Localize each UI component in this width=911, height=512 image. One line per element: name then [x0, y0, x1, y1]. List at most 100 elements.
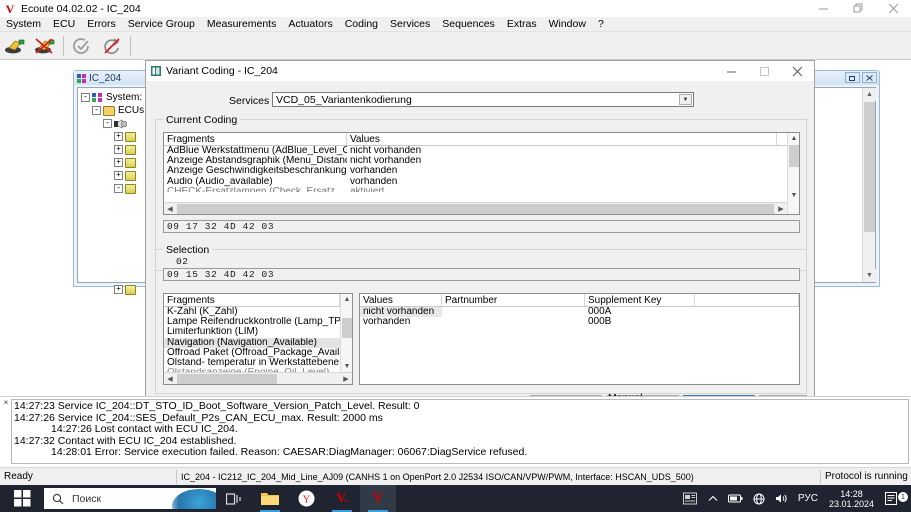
close-icon[interactable]	[862, 72, 877, 83]
tree-expander[interactable]: -	[114, 184, 123, 193]
current-coding-list[interactable]: Fragments Values AdBlue Werkstattmenu (A…	[163, 132, 800, 215]
menu-sequences[interactable]: Sequences	[436, 17, 501, 32]
table-row[interactable]: Audio (Audio_available) vorhanden	[164, 177, 799, 187]
tree-node-service-5[interactable]: -	[81, 182, 144, 195]
tree-node-service-6[interactable]: +	[81, 283, 144, 296]
current-coding-horizontal-scrollbar[interactable]: ◀ ▶	[164, 202, 787, 214]
scroll-left-icon[interactable]: ◀	[164, 373, 176, 385]
scroll-down-icon[interactable]: ▼	[341, 361, 353, 372]
news-weather-icon[interactable]	[678, 492, 703, 505]
show-hidden-icons-icon[interactable]	[703, 495, 723, 503]
chevron-down-icon[interactable]: ▼	[679, 94, 692, 105]
dialog-titlebar[interactable]: Variant Coding - IC_204	[146, 61, 814, 82]
tree-expander[interactable]: +	[114, 145, 123, 154]
tree-expander[interactable]: -	[92, 106, 101, 115]
menu-extras[interactable]: Extras	[501, 17, 543, 32]
list-item[interactable]: Lampe Reifendruckkontrolle (Lamp_TPM)	[164, 317, 352, 327]
menu-measurements[interactable]: Measurements	[201, 17, 282, 32]
log-list[interactable]: 14:27:23 Service IC_204::DT_STO_ID_Boot_…	[11, 399, 909, 464]
scroll-up-icon[interactable]: ▲	[863, 88, 876, 101]
column-header-values[interactable]: Values	[347, 133, 777, 145]
close-icon[interactable]	[781, 61, 814, 82]
tree-node-system[interactable]: - System:	[81, 91, 144, 104]
clock[interactable]: 14:28 23.01.2024	[823, 489, 880, 509]
file-explorer-icon[interactable]	[252, 485, 288, 512]
tree-node-ecus[interactable]: - ECUs	[81, 104, 144, 117]
scrollbar-thumb[interactable]	[864, 102, 875, 232]
menu-services[interactable]: Services	[384, 17, 436, 32]
menu-errors[interactable]: Errors	[81, 17, 122, 32]
scrollbar-thumb[interactable]	[789, 145, 799, 167]
table-row[interactable]: vorhanden 000B	[360, 317, 799, 327]
tree-expander[interactable]: +	[114, 171, 123, 180]
restore-icon[interactable]	[845, 72, 860, 83]
selection-hex-field[interactable]: 09 15 32 4D 42 03	[163, 268, 800, 281]
table-row[interactable]: AdBlue Werkstattmenu (AdBlue_Level_Garag…	[164, 146, 799, 156]
list-item[interactable]: K-Zahl (K_Zahl)	[164, 307, 352, 317]
list-item[interactable]: Olstand- temperatur in Werkstattebene (E…	[164, 358, 352, 368]
scrollbar-thumb[interactable]	[177, 203, 774, 214]
maximize-icon[interactable]	[748, 61, 781, 82]
check-icon[interactable]	[67, 33, 97, 59]
yandex-browser-icon[interactable]: Y	[288, 485, 324, 512]
minimize-icon[interactable]	[715, 61, 748, 82]
tree-expander[interactable]: +	[114, 285, 123, 294]
column-header-fragments[interactable]: Fragments	[164, 294, 340, 306]
selection-fragments-horizontal-scrollbar[interactable]: ◀ ▶	[164, 372, 352, 384]
menu-service-group[interactable]: Service Group	[122, 17, 201, 32]
scroll-down-icon[interactable]: ▼	[788, 190, 800, 201]
scroll-right-icon[interactable]: ▶	[340, 373, 352, 385]
disconnect-ecu-icon[interactable]	[30, 33, 60, 59]
scroll-down-icon[interactable]: ▼	[863, 269, 876, 282]
tree-node-service-2[interactable]: +	[81, 143, 144, 156]
menu-window[interactable]: Window	[543, 17, 592, 32]
tree-expander[interactable]: -	[103, 119, 112, 128]
table-row[interactable]: Anzeige Abstandsgraphik (Menu_Distance_G…	[164, 156, 799, 166]
selection-values-list[interactable]: Values Partnumber Supplement Key nicht v…	[359, 293, 800, 385]
scrollbar-thumb[interactable]	[177, 373, 277, 384]
list-item-selected[interactable]: Navigation (Navigation_Available)	[164, 337, 352, 348]
column-header-partnumber[interactable]: Partnumber	[442, 294, 585, 306]
tree-node-service-3[interactable]: +	[81, 156, 144, 169]
ecoute-icon[interactable]: V	[360, 485, 396, 512]
menu-ecu[interactable]: ECU	[47, 17, 81, 32]
table-row[interactable]: Anzeige Geschwindigkeitsbeschrankung (Me…	[164, 166, 799, 176]
current-coding-vertical-scrollbar[interactable]: ▲ ▼	[787, 133, 799, 214]
minimize-icon[interactable]	[806, 0, 841, 17]
tree-expander[interactable]: +	[114, 158, 123, 167]
selection-fragments-list[interactable]: Fragments K-Zahl (K_Zahl) Lampe Reifendr…	[163, 293, 353, 385]
selection-fragments-vertical-scrollbar[interactable]: ▲ ▼	[340, 294, 352, 372]
services-select[interactable]: VCD_05_Variantenkodierung ▼	[272, 92, 694, 107]
scroll-up-icon[interactable]: ▲	[788, 133, 800, 144]
network-icon[interactable]	[748, 493, 770, 505]
search-input[interactable]: Поиск	[44, 488, 216, 509]
scroll-left-icon[interactable]: ◀	[164, 203, 176, 215]
list-item[interactable]: Offroad Paket (Offroad_Package_Available…	[164, 348, 352, 358]
column-header-values[interactable]: Values	[360, 294, 442, 306]
tree-expander[interactable]: -	[81, 93, 90, 102]
menu-help[interactable]: ?	[592, 17, 610, 32]
scroll-right-icon[interactable]: ▶	[775, 203, 787, 215]
table-row[interactable]: nicht vorhanden 000A	[360, 307, 799, 318]
close-icon[interactable]: ×	[2, 399, 10, 407]
vediamo-icon[interactable]: V.	[324, 485, 360, 512]
notifications-icon[interactable]: 1	[880, 492, 911, 505]
table-row[interactable]: CHECK-Ersatzlampen (Check_Ersatz... akti…	[164, 187, 799, 192]
battery-icon[interactable]	[723, 494, 748, 503]
connect-ecu-icon[interactable]	[0, 33, 30, 59]
windows-logo-icon[interactable]	[0, 485, 44, 512]
menu-system[interactable]: System	[0, 17, 47, 32]
list-item[interactable]: Limiterfunktion (LIM)	[164, 327, 352, 337]
close-icon[interactable]	[876, 0, 911, 17]
current-coding-hex-field[interactable]: 09 17 32 4D 42 03	[163, 220, 800, 233]
mdi-vertical-scrollbar[interactable]: ▲ ▼	[862, 88, 876, 282]
column-header-supplement-key[interactable]: Supplement Key	[585, 294, 695, 306]
column-header-fragments[interactable]: Fragments	[164, 133, 347, 145]
scroll-up-icon[interactable]: ▲	[341, 294, 353, 305]
language-indicator[interactable]: РУС	[793, 493, 823, 504]
menu-coding[interactable]: Coding	[339, 17, 384, 32]
tree-expander[interactable]: +	[114, 132, 123, 141]
menu-actuators[interactable]: Actuators	[282, 17, 338, 32]
refresh-disabled-icon[interactable]	[97, 33, 127, 59]
tree-node-service-4[interactable]: +	[81, 169, 144, 182]
